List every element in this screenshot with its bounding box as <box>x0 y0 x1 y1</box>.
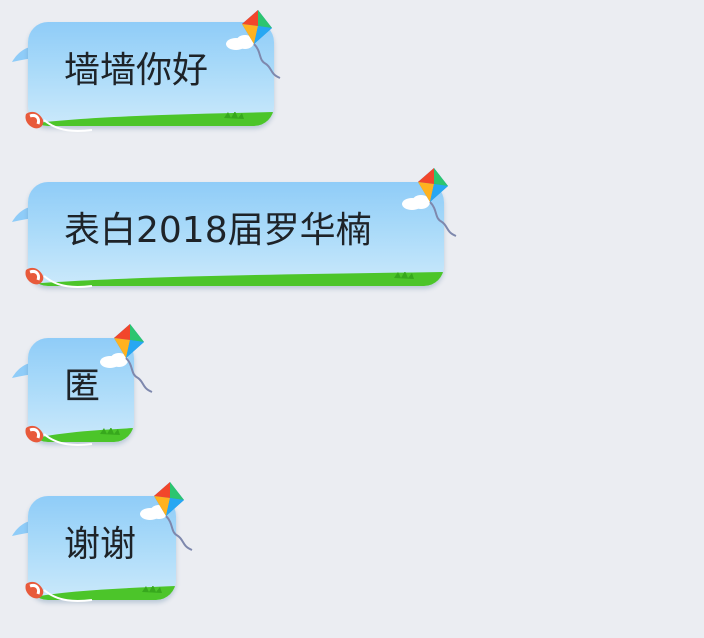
message-text: 墙墙你好 <box>64 50 209 91</box>
message-text: 匿 <box>64 366 101 407</box>
message-item: 墙墙你好 <box>12 10 281 132</box>
sneaker-icon <box>25 111 93 132</box>
kite-icon <box>418 168 457 237</box>
message-text: 谢谢 <box>64 524 137 565</box>
message-item: 表白2018届罗华楠 <box>12 168 457 288</box>
message-item: 谢谢 <box>12 482 193 602</box>
message-text: 表白2018届罗华楠 <box>64 210 372 251</box>
sneaker-icon <box>25 425 93 446</box>
sneaker-icon <box>25 581 93 602</box>
kite-icon <box>242 10 281 79</box>
sneaker-icon <box>25 267 93 288</box>
kite-icon <box>114 324 153 393</box>
message-item: 匿 <box>12 324 153 446</box>
kite-icon <box>154 482 193 551</box>
chat-area: 墙墙你好 表白2018届罗华楠 匿 谢谢 <box>0 0 704 638</box>
